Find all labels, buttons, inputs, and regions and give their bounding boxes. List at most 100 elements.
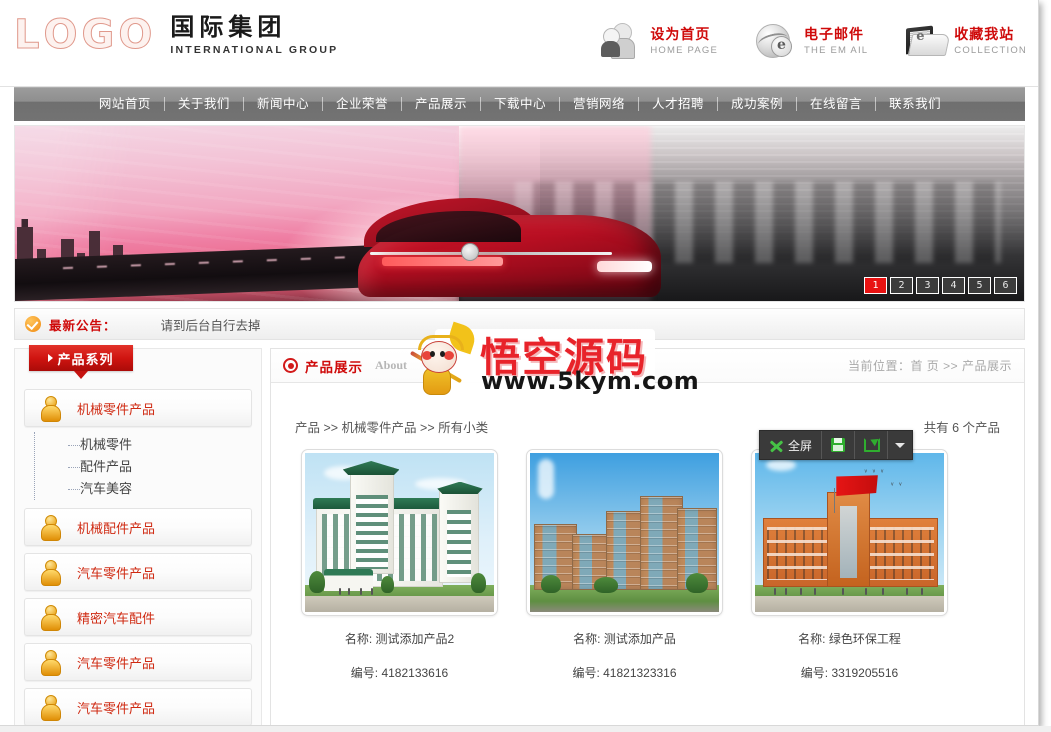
sidebar-item-label: 机械配件产品 [77, 520, 156, 536]
product-name: 名称: 绿色环保工程 [798, 632, 901, 646]
nav-item-message[interactable]: 在线留言 [797, 97, 877, 111]
check-badge-icon [25, 316, 41, 332]
people-icon [600, 20, 642, 62]
sidebar-item-label: 精密汽车配件 [77, 610, 156, 626]
pin-icon [39, 396, 61, 422]
sidebar-item-label: 机械零件产品 [77, 401, 156, 417]
sidebar-subitem-3[interactable]: 汽车美容 [58, 478, 252, 500]
nav-item-jobs[interactable]: 人才招聘 [639, 97, 719, 111]
sidebar-subitem-2[interactable]: 配件产品 [58, 456, 252, 478]
banner-page-1[interactable]: 1 [864, 277, 887, 294]
logo-title-en: INTERNATIONAL GROUP [170, 43, 339, 56]
banner-page-4[interactable]: 4 [942, 277, 965, 294]
pin-icon [39, 650, 61, 676]
sidebar-item-auto-parts-1[interactable]: 汽车零件产品 [24, 553, 252, 591]
hero-banner[interactable]: 1 2 3 4 5 6 [14, 125, 1025, 302]
pin-icon [39, 515, 61, 541]
product-card: 名称: 测试添加产品 编号: 41821323316 [512, 449, 737, 681]
main-navigation: 网站首页 关于我们 新闻中心 企业荣誉 产品展示 下载中心 营销网络 人才招聘 … [14, 87, 1025, 121]
caret-down-icon [895, 442, 906, 448]
site-logo[interactable]: LOGO 国际集团 INTERNATIONAL GROUP [14, 11, 339, 58]
product-grid: 名称: 测试添加产品2 编号: 4182133616 名称: 测试添加产品 编号… [271, 430, 1024, 681]
nav-item-contact[interactable]: 联系我们 [876, 97, 954, 111]
pin-icon [39, 605, 61, 631]
toolbar-more-button[interactable] [888, 431, 912, 459]
product-name: 名称: 测试添加产品2 [344, 632, 455, 646]
pin-icon [39, 695, 61, 721]
save-button[interactable] [822, 431, 856, 459]
announcement-text[interactable]: 请到后台自行去掉 [161, 315, 261, 334]
pin-icon [39, 560, 61, 586]
announcement-label: 最新公告： [49, 318, 117, 333]
add-favorite-label-cn: 收藏我站 [954, 25, 1015, 42]
product-image[interactable] [301, 449, 498, 616]
nav-item-honor[interactable]: 企业荣誉 [323, 97, 402, 111]
nav-item-network[interactable]: 营销网络 [560, 97, 640, 111]
sidebar-item-auto-parts-3[interactable]: 汽车零件产品 [24, 688, 252, 726]
sidebar-item-auto-parts-2[interactable]: 汽车零件产品 [24, 643, 252, 681]
product-code: 编号: 3319205516 [800, 666, 899, 680]
sidebar-item-machine-parts[interactable]: 机械零件产品 [24, 389, 252, 427]
email-link[interactable]: e 电子邮件 THE EM AIL [754, 20, 868, 62]
page-subtitle: About [375, 358, 408, 372]
set-homepage-label-cn: 设为首页 [650, 25, 711, 42]
banner-page-3[interactable]: 3 [916, 277, 939, 294]
product-sidebar: 产品系列 机械零件产品 机械零件 配件产品 汽车美容 机械配件产品 汽车零件产品… [14, 345, 262, 726]
bullet-icon [283, 358, 298, 373]
banner-pagination: 1 2 3 4 5 6 [864, 277, 1017, 294]
sidebar-heading: 产品系列 [29, 345, 133, 379]
page-root: LOGO 国际集团 INTERNATIONAL GROUP 设为首页 HOME … [0, 0, 1051, 732]
nav-item-download[interactable]: 下载中心 [481, 97, 560, 111]
sidebar-item-label: 汽车零件产品 [77, 565, 156, 581]
product-image[interactable]: ᵛ ᵛ ᵛ ᵛ ᵛ [751, 449, 948, 616]
site-shell: LOGO 国际集团 INTERNATIONAL GROUP 设为首页 HOME … [0, 0, 1039, 726]
sidebar-subcategory-list: 机械零件 配件产品 汽车美容 [24, 432, 252, 508]
category-path: 产品 >> 机械零件产品 >> 所有小类 [295, 420, 489, 435]
page-title: 产品展示 [305, 359, 363, 375]
fullscreen-label: 全屏 [788, 438, 813, 453]
sidebar-category-list: 机械零件产品 机械零件 配件产品 汽车美容 机械配件产品 汽车零件产品 精密汽车… [15, 383, 261, 726]
breadcrumb: 当前位置：首 页 >> 产品展示 [847, 359, 1012, 373]
email-icon: e [754, 20, 796, 62]
nav-item-about[interactable]: 关于我们 [165, 97, 244, 111]
logo-mark-text: LOGO [14, 11, 157, 58]
banner-red-car [358, 192, 661, 297]
add-favorite-label-en: COLLECTION [954, 44, 1027, 56]
product-name: 名称: 测试添加产品 [573, 632, 676, 646]
sidebar-subitem-1[interactable]: 机械零件 [58, 434, 252, 456]
site-header: LOGO 国际集团 INTERNATIONAL GROUP 设为首页 HOME … [0, 0, 1039, 87]
sidebar-item-label: 汽车零件产品 [77, 655, 156, 671]
banner-page-2[interactable]: 2 [890, 277, 913, 294]
nav-item-news[interactable]: 新闻中心 [244, 97, 323, 111]
product-card: 全屏 ᵛ ᵛ ᵛ ᵛ ᵛ 名称: 绿色环保工程 编号: 3319205516 [737, 430, 962, 681]
arrow-right-icon [48, 354, 54, 362]
product-code: 编号: 4182133616 [350, 666, 449, 680]
announcement-bar: 最新公告： 请到后台自行去掉 [14, 308, 1025, 340]
nav-item-home[interactable]: 网站首页 [85, 97, 165, 111]
banner-page-6[interactable]: 6 [994, 277, 1017, 294]
logo-text-block: 国际集团 INTERNATIONAL GROUP [170, 13, 339, 56]
share-button[interactable] [855, 431, 889, 459]
sidebar-heading-label: 产品系列 [57, 351, 114, 367]
save-icon [831, 438, 846, 452]
nav-item-products[interactable]: 产品展示 [402, 97, 481, 111]
viewport-bottom-edge [0, 726, 1051, 732]
content-header: 产品展示 About 当前位置：首 页 >> 产品展示 [271, 349, 1024, 383]
set-homepage-link[interactable]: 设为首页 HOME PAGE [600, 20, 718, 62]
sidebar-item-precision-auto[interactable]: 精密汽车配件 [24, 598, 252, 636]
add-favorite-link[interactable]: e 收藏我站 COLLECTION [904, 20, 1027, 62]
email-label-cn: 电子邮件 [804, 25, 865, 42]
sidebar-item-label: 汽车零件产品 [77, 700, 156, 716]
fullscreen-button[interactable]: 全屏 [760, 431, 823, 459]
nav-item-cases[interactable]: 成功案例 [718, 97, 798, 111]
product-image[interactable] [526, 449, 723, 616]
image-toolbar: 全屏 [759, 430, 914, 460]
product-content-panel: 产品展示 About 当前位置：首 页 >> 产品展示 产品 >> 机械零件产品… [270, 348, 1025, 726]
fullscreen-icon [769, 439, 782, 452]
banner-page-5[interactable]: 5 [968, 277, 991, 294]
set-homepage-label-en: HOME PAGE [650, 44, 719, 56]
sidebar-item-machine-accessories[interactable]: 机械配件产品 [24, 508, 252, 546]
main-area: 产品系列 机械零件产品 机械零件 配件产品 汽车美容 机械配件产品 汽车零件产品… [14, 345, 1025, 726]
folder-icon: e [904, 20, 951, 62]
email-label-en: THE EM AIL [804, 44, 869, 56]
